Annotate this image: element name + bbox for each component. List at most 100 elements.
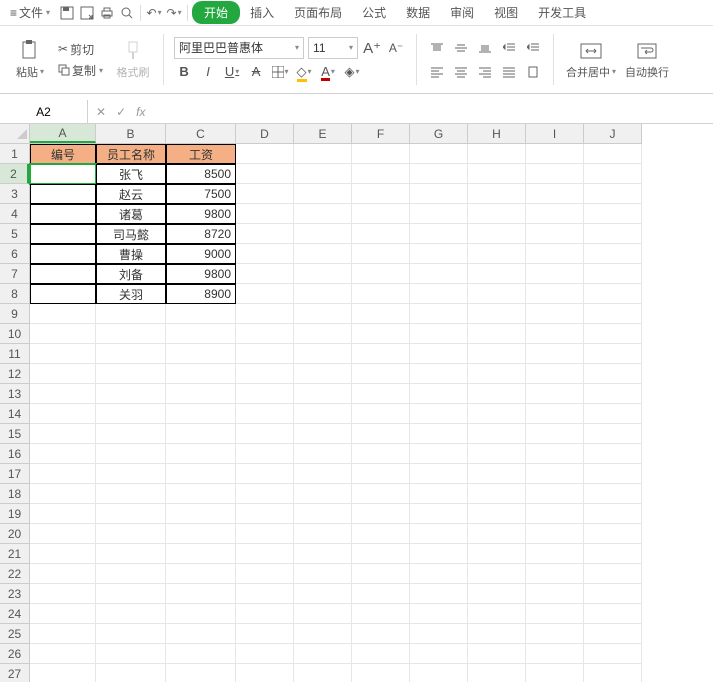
cell[interactable] xyxy=(30,444,96,464)
cell[interactable] xyxy=(294,364,352,384)
row-header[interactable]: 17 xyxy=(0,464,29,484)
cell[interactable] xyxy=(30,644,96,664)
cell[interactable] xyxy=(584,344,642,364)
cell[interactable] xyxy=(352,364,410,384)
cell[interactable]: 9800 xyxy=(166,264,236,284)
ribbon-tab-0[interactable]: 开始 xyxy=(192,1,240,24)
cell[interactable] xyxy=(236,424,294,444)
font-name-select[interactable]: 阿里巴巴普惠体▾ xyxy=(174,37,304,59)
cell[interactable] xyxy=(236,544,294,564)
increase-indent-icon[interactable] xyxy=(523,38,543,58)
cell[interactable] xyxy=(30,504,96,524)
file-menu[interactable]: ≡ 文件 ▾ xyxy=(4,2,56,23)
cell[interactable] xyxy=(166,324,236,344)
column-header[interactable]: J xyxy=(584,124,642,143)
row-header[interactable]: 25 xyxy=(0,624,29,644)
cell[interactable] xyxy=(584,424,642,444)
cell[interactable] xyxy=(410,284,468,304)
cell[interactable] xyxy=(30,264,96,284)
bold-button[interactable]: B xyxy=(174,62,194,82)
cell[interactable] xyxy=(30,464,96,484)
align-right-icon[interactable] xyxy=(475,62,495,82)
cell[interactable] xyxy=(584,464,642,484)
copy-button[interactable]: 复制▾ xyxy=(56,61,105,80)
column-header[interactable]: D xyxy=(236,124,294,143)
cell[interactable] xyxy=(352,524,410,544)
cell[interactable] xyxy=(30,424,96,444)
cell[interactable] xyxy=(352,564,410,584)
cell[interactable] xyxy=(526,144,584,164)
cell[interactable] xyxy=(96,664,166,682)
column-header[interactable]: C xyxy=(166,124,236,143)
cell[interactable] xyxy=(468,584,526,604)
cell[interactable] xyxy=(96,404,166,424)
row-header[interactable]: 13 xyxy=(0,384,29,404)
row-header[interactable]: 2 xyxy=(0,164,29,184)
ribbon-tab-5[interactable]: 审阅 xyxy=(440,1,484,24)
cell[interactable] xyxy=(468,184,526,204)
cell[interactable]: 诸葛 xyxy=(96,204,166,224)
cell[interactable] xyxy=(410,304,468,324)
cell[interactable] xyxy=(236,264,294,284)
cell[interactable] xyxy=(410,484,468,504)
cell[interactable] xyxy=(468,484,526,504)
cell[interactable] xyxy=(30,304,96,324)
column-header[interactable]: E xyxy=(294,124,352,143)
cell[interactable] xyxy=(352,264,410,284)
cell[interactable] xyxy=(30,244,96,264)
ribbon-tab-4[interactable]: 数据 xyxy=(396,1,440,24)
cell[interactable] xyxy=(584,224,642,244)
cell[interactable] xyxy=(468,384,526,404)
cell[interactable] xyxy=(236,344,294,364)
cell[interactable] xyxy=(526,524,584,544)
cell[interactable] xyxy=(526,364,584,384)
cell[interactable]: 刘备 xyxy=(96,264,166,284)
row-header[interactable]: 20 xyxy=(0,524,29,544)
cell[interactable] xyxy=(352,664,410,682)
cell[interactable] xyxy=(352,344,410,364)
cell[interactable] xyxy=(526,624,584,644)
cell[interactable] xyxy=(526,564,584,584)
cell[interactable] xyxy=(236,404,294,424)
font-color-button[interactable]: A▾ xyxy=(318,62,338,82)
cell[interactable] xyxy=(294,544,352,564)
cell[interactable] xyxy=(468,504,526,524)
cell[interactable]: 8900 xyxy=(166,284,236,304)
cell[interactable] xyxy=(584,324,642,344)
cell[interactable] xyxy=(352,184,410,204)
row-header[interactable]: 7 xyxy=(0,264,29,284)
cell[interactable] xyxy=(352,384,410,404)
align-bottom-icon[interactable] xyxy=(475,38,495,58)
cell[interactable] xyxy=(294,664,352,682)
cell[interactable] xyxy=(526,324,584,344)
column-header[interactable]: G xyxy=(410,124,468,143)
cell[interactable] xyxy=(294,504,352,524)
cell[interactable] xyxy=(468,544,526,564)
cell[interactable] xyxy=(468,344,526,364)
cell[interactable] xyxy=(468,404,526,424)
row-header[interactable]: 18 xyxy=(0,484,29,504)
cell[interactable] xyxy=(526,504,584,524)
ribbon-tab-6[interactable]: 视图 xyxy=(484,1,528,24)
cell[interactable] xyxy=(166,564,236,584)
cell[interactable] xyxy=(526,404,584,424)
cell[interactable] xyxy=(96,384,166,404)
cell[interactable] xyxy=(410,524,468,544)
cut-button[interactable]: ✂剪切 xyxy=(56,40,105,59)
cell[interactable] xyxy=(526,384,584,404)
cell[interactable] xyxy=(352,424,410,444)
align-left-icon[interactable] xyxy=(427,62,447,82)
cell[interactable] xyxy=(352,144,410,164)
cell[interactable] xyxy=(236,564,294,584)
cell[interactable] xyxy=(236,444,294,464)
cell[interactable] xyxy=(352,504,410,524)
cell[interactable] xyxy=(526,164,584,184)
cell[interactable] xyxy=(468,244,526,264)
cell[interactable]: 赵云 xyxy=(96,184,166,204)
cell[interactable] xyxy=(584,624,642,644)
cell[interactable] xyxy=(236,384,294,404)
cell[interactable] xyxy=(166,404,236,424)
cell[interactable] xyxy=(96,364,166,384)
cell[interactable] xyxy=(30,584,96,604)
cancel-icon[interactable]: ✕ xyxy=(96,105,106,119)
